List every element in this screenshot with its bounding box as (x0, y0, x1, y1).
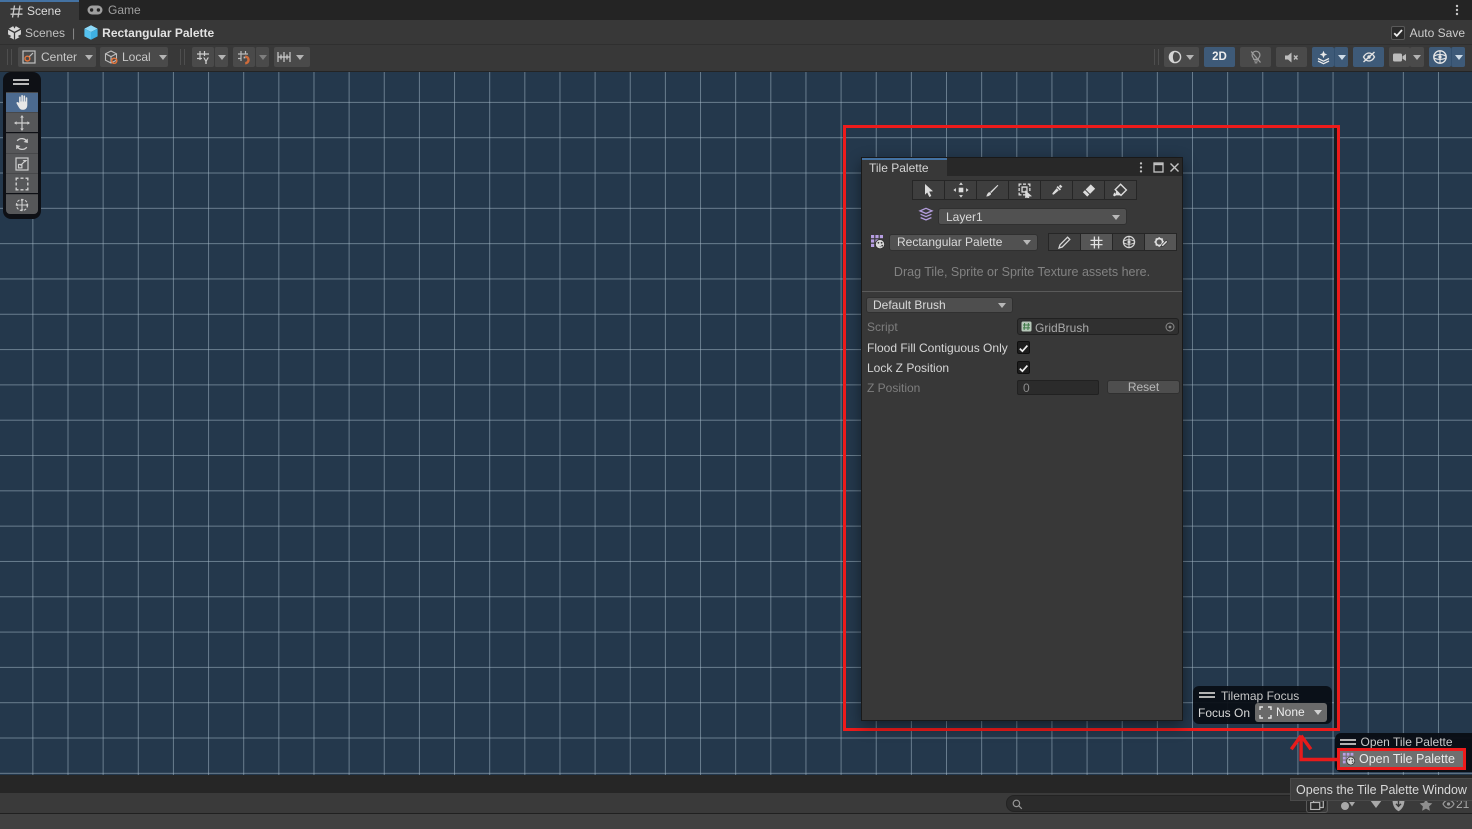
svg-text:Y: Y (203, 56, 209, 65)
